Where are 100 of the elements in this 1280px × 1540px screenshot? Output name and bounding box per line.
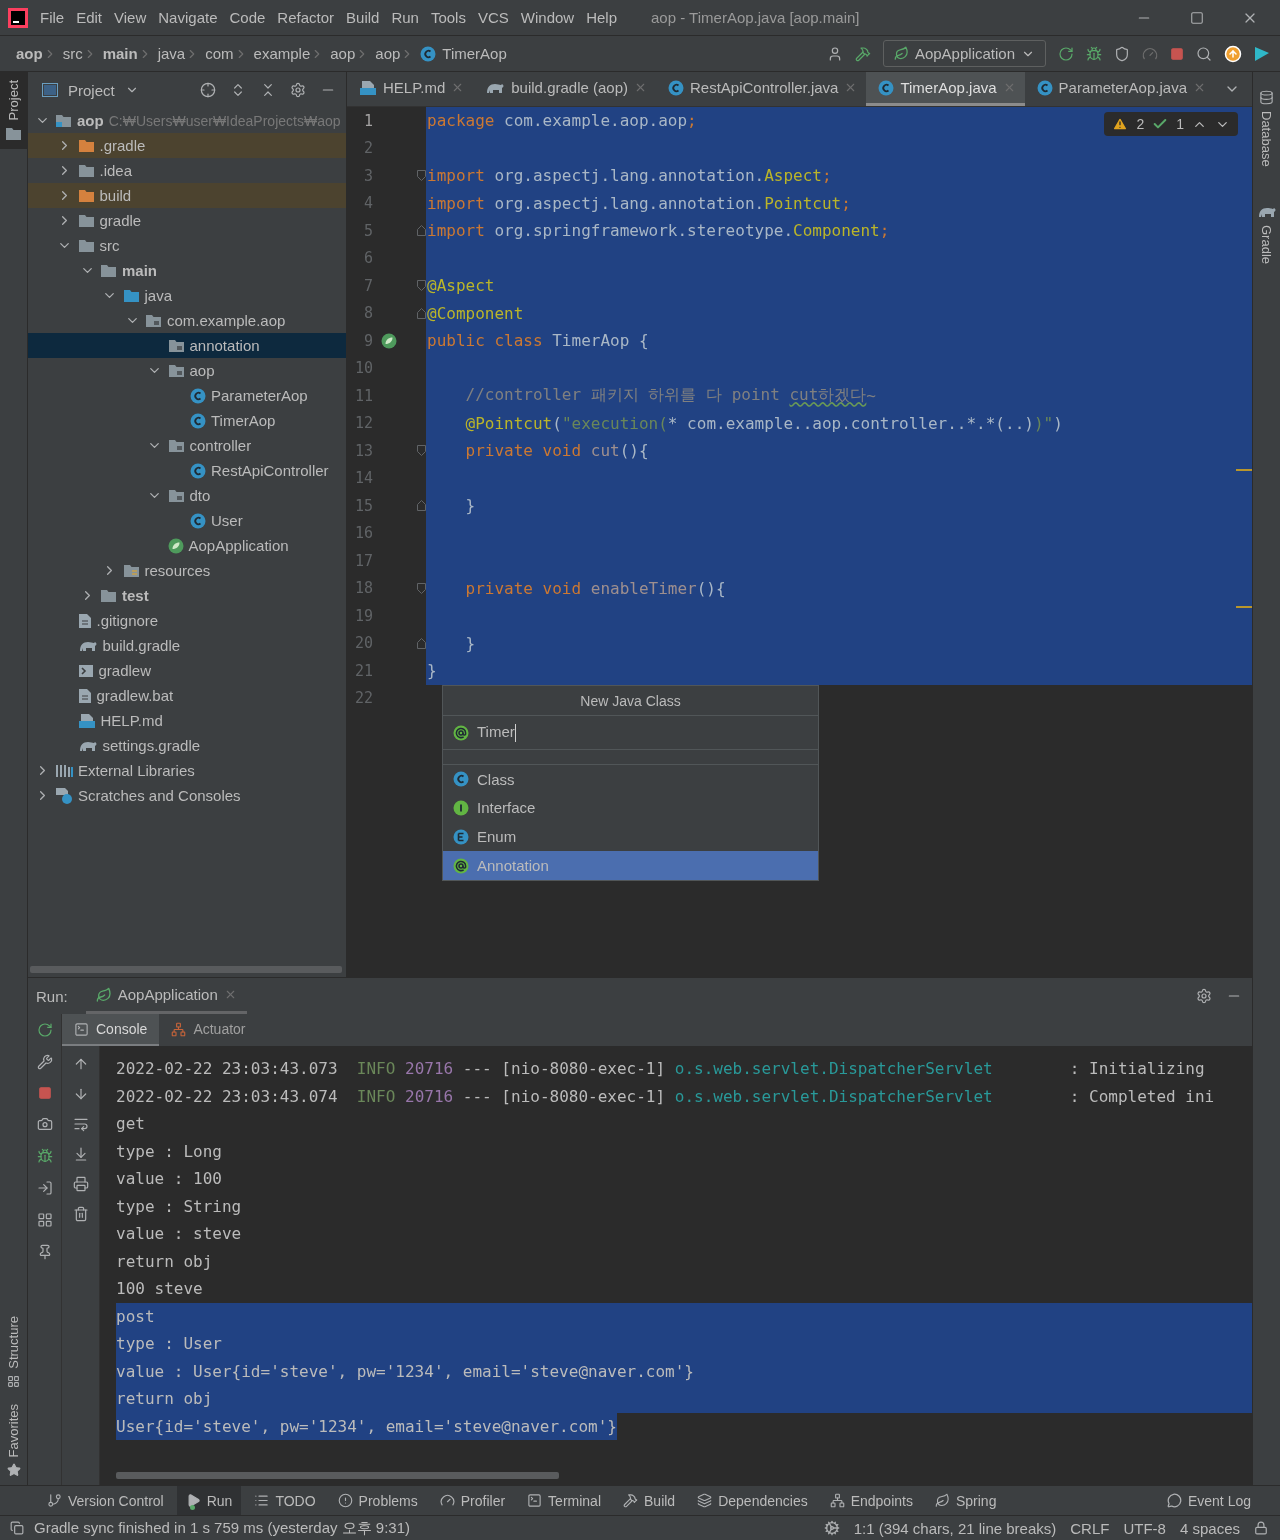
trash-icon[interactable]	[72, 1206, 89, 1222]
print-icon[interactable]	[72, 1176, 89, 1192]
update-icon[interactable]	[1224, 44, 1242, 63]
tree-row[interactable]: AopApplication	[28, 533, 346, 558]
breadcrumb[interactable]: example	[253, 45, 311, 62]
tree-row[interactable]: resources	[28, 558, 346, 583]
inspection-widget[interactable]: 2 1	[1104, 112, 1238, 136]
fold-marker-icon[interactable]	[417, 500, 426, 512]
menu-item[interactable]: Build	[346, 9, 380, 26]
search-icon[interactable]	[1196, 45, 1212, 62]
menu-item[interactable]: Refactor	[277, 9, 335, 26]
tool-window-button[interactable]: Problems	[328, 1486, 427, 1515]
line-separator[interactable]: CRLF	[1070, 1519, 1110, 1537]
editor-tab[interactable]: build.gradle (aop)	[473, 72, 656, 106]
tree-row[interactable]: com.example.aop	[28, 308, 346, 333]
camera-icon[interactable]	[36, 1116, 53, 1132]
editor-tab[interactable]: TimerAop.java	[866, 72, 1025, 106]
fold-marker-icon[interactable]	[417, 637, 426, 649]
tree-row[interactable]: settings.gradle	[28, 733, 346, 758]
stop-icon[interactable]	[37, 1086, 52, 1100]
tool-window-button[interactable]: Build	[614, 1486, 685, 1515]
debug-icon[interactable]	[1086, 45, 1102, 62]
menu-item[interactable]: VCS	[477, 9, 509, 26]
breadcrumb[interactable]: aop	[16, 45, 43, 62]
tool-window-button[interactable]: Run	[176, 1486, 242, 1515]
tree-row[interactable]: Scratches and Consoles	[28, 783, 346, 808]
menu-item[interactable]: Run	[391, 9, 419, 26]
tree-row[interactable]: aop	[28, 358, 346, 383]
tree-row[interactable]: External Libraries	[28, 758, 346, 783]
tree-row[interactable]: User	[28, 508, 346, 533]
menu-item[interactable]: Help	[586, 9, 618, 26]
tree-row[interactable]: .gitignore	[28, 608, 346, 633]
breadcrumb[interactable]: aop	[330, 45, 356, 62]
tool-window-tab[interactable]: Project	[0, 72, 27, 150]
breadcrumb[interactable]: TimerAop	[442, 45, 507, 62]
console-tab[interactable]: Console	[62, 1014, 160, 1046]
settings-icon[interactable]	[1196, 988, 1212, 1004]
tool-window-button[interactable]: Dependencies	[688, 1486, 817, 1515]
rerun-icon[interactable]	[1058, 45, 1074, 62]
exit-icon[interactable]	[36, 1180, 53, 1196]
editor-tab[interactable]: HELP.md	[347, 72, 474, 106]
event-log-button[interactable]: Event Log	[1157, 1486, 1260, 1515]
tool-window-tab[interactable]: Structure	[0, 1307, 27, 1396]
tree-row[interactable]: test	[28, 583, 346, 608]
tool-window-button[interactable]: Version Control	[38, 1486, 173, 1515]
panel-title[interactable]: Project	[68, 81, 115, 99]
tree-row[interactable]: controller	[28, 433, 346, 458]
popup-option[interactable]: Enum	[443, 822, 818, 851]
tool-window-button[interactable]: Endpoints	[820, 1486, 922, 1515]
breadcrumb[interactable]: java	[157, 45, 186, 62]
tree-row[interactable]: src	[28, 233, 346, 258]
tool-window-button[interactable]: Spring	[925, 1486, 1006, 1515]
fold-marker-icon[interactable]	[417, 225, 426, 237]
tool-window-tab[interactable]: Favorites	[0, 1395, 27, 1485]
console-tab[interactable]: Actuator	[159, 1014, 258, 1046]
tree-row[interactable]: RestApiController	[28, 458, 346, 483]
tree-row[interactable]: .gradle	[28, 133, 346, 158]
tree-row[interactable]: aop C:₩Users₩user₩IdeaProjects₩aop	[28, 108, 346, 133]
menu-item[interactable]: View	[114, 9, 147, 26]
fold-marker-icon[interactable]	[417, 307, 426, 319]
rerun-icon[interactable]	[36, 1022, 53, 1038]
menu-item[interactable]: Navigate	[158, 9, 218, 26]
scrollbar[interactable]	[116, 1472, 559, 1479]
tree-row[interactable]: HELP.md	[28, 708, 346, 733]
menu-item[interactable]: Code	[229, 9, 266, 26]
menu-item[interactable]: File	[40, 9, 65, 26]
gear-icon[interactable]	[823, 1520, 840, 1536]
breadcrumb[interactable]: aop	[375, 45, 401, 62]
stop-icon[interactable]	[1170, 46, 1184, 61]
shield-icon[interactable]	[1114, 45, 1130, 62]
tree-row[interactable]: build	[28, 183, 346, 208]
layout-icon[interactable]	[36, 1212, 53, 1228]
breadcrumb[interactable]: src	[62, 45, 83, 62]
caret-position[interactable]: 1:1 (394 chars, 21 line breaks)	[853, 1519, 1057, 1537]
tree-row[interactable]: gradlew	[28, 658, 346, 683]
panels-icon[interactable]	[10, 1521, 24, 1535]
locate-icon[interactable]	[200, 82, 216, 98]
tree-row[interactable]: TimerAop	[28, 408, 346, 433]
fold-marker-icon[interactable]	[417, 170, 426, 182]
maximize-icon[interactable]	[1190, 10, 1204, 25]
indent-setting[interactable]: 4 spaces	[1179, 1519, 1240, 1537]
wrench-icon[interactable]	[36, 1054, 53, 1070]
fold-marker-icon[interactable]	[417, 582, 426, 594]
scrollbar[interactable]	[30, 966, 342, 973]
hammer-icon[interactable]	[854, 45, 871, 62]
tree-row[interactable]: build.gradle	[28, 633, 346, 658]
menu-item[interactable]: Edit	[76, 9, 103, 26]
bug-icon[interactable]	[36, 1148, 53, 1164]
settings-icon[interactable]	[290, 82, 306, 98]
encoding[interactable]: UTF-8	[1123, 1519, 1166, 1537]
tool-window-button[interactable]: TODO	[245, 1486, 325, 1515]
tree-row[interactable]: java	[28, 283, 346, 308]
tree-row[interactable]: gradle	[28, 208, 346, 233]
class-name-field[interactable]: Timer	[443, 716, 818, 750]
tool-window-tab[interactable]: Gradle	[1256, 196, 1277, 272]
menu-item[interactable]: Tools	[430, 9, 466, 26]
lock-icon[interactable]	[1254, 1521, 1268, 1535]
popup-option[interactable]: Interface	[443, 793, 818, 822]
tree-row[interactable]: dto	[28, 483, 346, 508]
tree-row[interactable]: ParameterAop	[28, 383, 346, 408]
